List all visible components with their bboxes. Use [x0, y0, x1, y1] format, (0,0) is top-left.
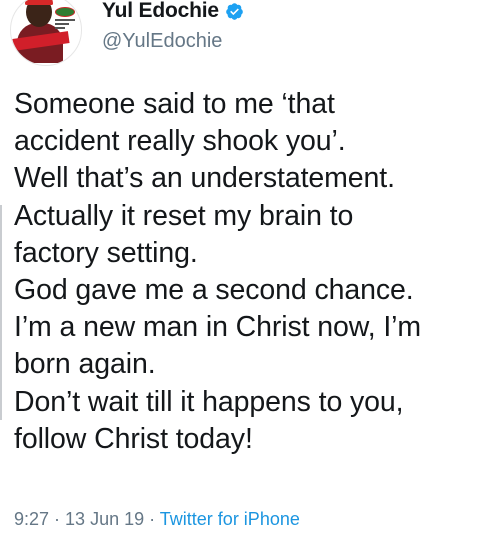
tweet-line: factory setting.	[14, 236, 198, 269]
tweet-date[interactable]: 13 Jun 19	[65, 509, 144, 529]
avatar-cap	[25, 0, 53, 5]
meta-separator: ·	[144, 509, 160, 529]
name-row: Yul Edochie	[102, 0, 244, 26]
avatar[interactable]	[10, 0, 82, 66]
tweet-source-link[interactable]: Twitter for iPhone	[160, 509, 300, 529]
tweet-header: Yul Edochie @YulEdochie	[10, 0, 490, 72]
tweet-text: Someone said to me ‘that accident really…	[14, 86, 498, 458]
avatar-caption	[55, 19, 75, 33]
avatar-logo-icon	[55, 7, 75, 17]
tweet-card: Yul Edochie @YulEdochie Someone said to …	[0, 0, 500, 536]
tweet-line: accident really shook you’.	[14, 125, 346, 158]
tweet-line: follow Christ today!	[14, 422, 253, 455]
meta-separator: ·	[49, 509, 66, 529]
tweet-time[interactable]: 9:27	[14, 509, 49, 529]
display-name[interactable]: Yul Edochie	[102, 0, 219, 23]
tweet-line: I’m a new man in Christ now, I’m	[14, 311, 422, 344]
verified-badge-icon	[226, 2, 243, 20]
tweet-line: born again.	[14, 348, 156, 381]
tweet-line: Well that’s an understatement.	[14, 162, 395, 195]
tweet-line: Actually it reset my brain to	[14, 199, 354, 232]
tweet-line: God gave me a second chance.	[14, 274, 414, 307]
tweet-line: Don’t wait till it happens to you,	[14, 385, 404, 418]
user-handle[interactable]: @YulEdochie	[102, 30, 222, 53]
tweet-line: Someone said to me ‘that	[14, 88, 335, 120]
tweet-meta: 9:27 · 13 Jun 19 · Twitter for iPhone	[14, 509, 300, 530]
